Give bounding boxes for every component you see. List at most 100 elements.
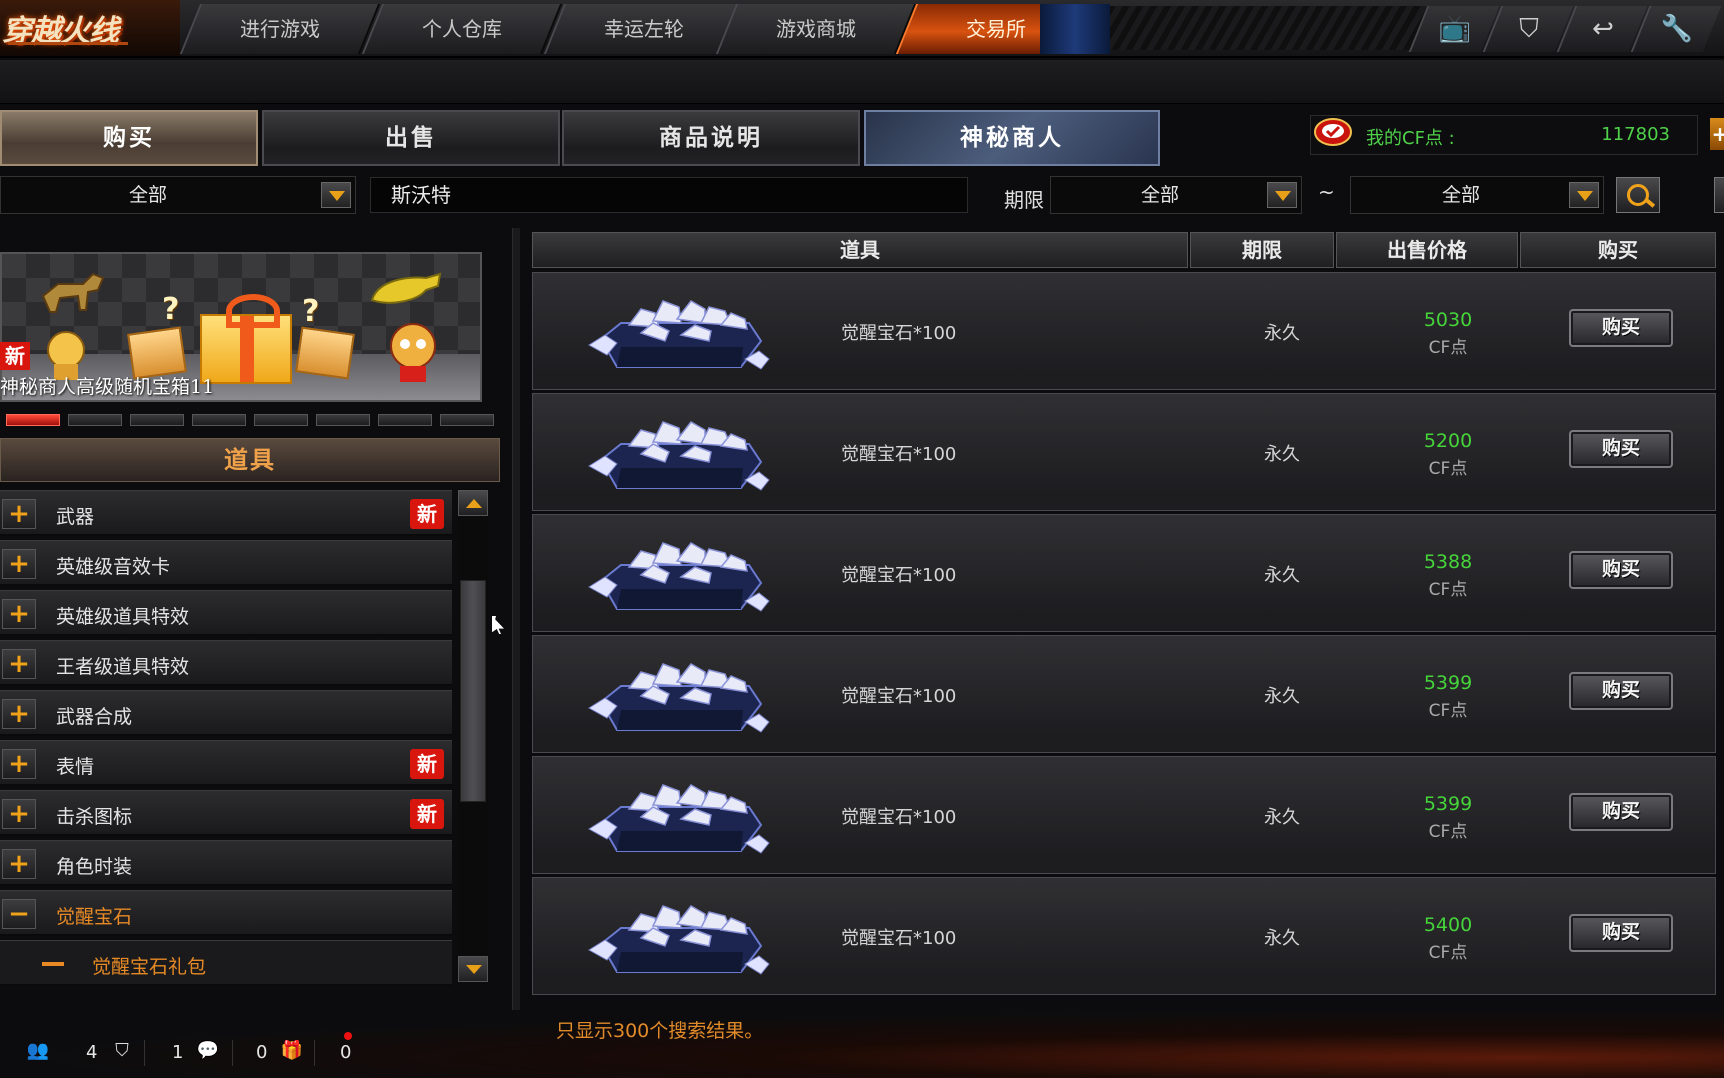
table-row[interactable]: 觉醒宝石*100 永久 5200 CF点 购买 [532,393,1716,511]
game-logo: 穿越火线 [0,0,180,56]
banner-page-dot[interactable] [130,414,184,426]
nav-tab-label: 进行游戏 [240,17,320,41]
gem-box-icon [588,784,770,854]
buy-button[interactable]: 购买 [1569,672,1673,710]
expand-icon[interactable]: + [2,799,36,829]
expand-icon[interactable]: + [2,649,36,679]
buy-button[interactable]: 购买 [1569,551,1673,589]
clan-shield-icon[interactable]: ⛉ [110,1038,134,1064]
friends-icon[interactable]: 👥 [26,1038,50,1064]
expand-icon[interactable]: + [2,749,36,779]
expand-icon[interactable]: + [2,849,36,879]
new-badge: 新 [410,749,444,779]
nav-tab-shop[interactable]: 游戏商城 [715,4,917,54]
table-row[interactable]: 觉醒宝石*100 永久 5388 CF点 购买 [532,514,1716,632]
item-duration: 永久 [1264,928,1300,949]
gift-count: 0 [340,1042,352,1063]
category-item[interactable]: + 表情 新 [0,740,452,786]
gem-box-icon [588,421,770,491]
clan-count: 1 [172,1042,184,1063]
category-item[interactable]: + 武器合成 [0,690,452,736]
chevron-down-icon [321,182,351,208]
gem-box-icon [588,663,770,733]
dog-figure-icon [41,272,105,313]
buy-button[interactable]: 购买 [1569,914,1673,952]
gift-icon[interactable]: 🎁 [280,1038,304,1064]
gem-box-icon [588,905,770,975]
range-tilde: ~ [1318,180,1335,204]
table-row[interactable]: 觉醒宝石*100 永久 5399 CF点 购买 [532,756,1716,874]
banner-page-dot[interactable] [68,414,122,426]
category-item[interactable]: + 王者级道具特效 [0,640,452,686]
search-button[interactable] [1616,177,1660,213]
price-unit: CF点 [1428,459,1468,479]
nav-tab-lucky-revolver[interactable]: 幸运左轮 [543,4,745,54]
item-duration: 永久 [1264,686,1300,707]
banner-page-dot[interactable] [378,414,432,426]
banner-title: 神秘商人高级随机宝箱11 [0,376,215,398]
edge-button[interactable] [1714,177,1724,213]
category-item[interactable]: − 觉醒宝石 [0,890,452,936]
nav-decoration [1040,4,1110,54]
category-dropdown[interactable]: 全部 [0,176,356,214]
expand-icon[interactable]: + [2,599,36,629]
wrench-icon[interactable]: 🔧 [1630,6,1722,52]
expand-icon[interactable]: + [2,699,36,729]
period-to-value: 全部 [1441,184,1480,206]
period-to-dropdown[interactable]: 全部 [1350,176,1604,214]
expand-icon[interactable]: + [2,499,36,529]
category-item[interactable]: + 击杀图标 新 [0,790,452,836]
sub-band [0,60,1724,104]
banner-page-dot[interactable] [192,414,246,426]
buy-button[interactable]: 购买 [1569,793,1673,831]
item-price: 5030 [1423,309,1473,331]
table-row[interactable]: 觉醒宝石*100 永久 5400 CF点 购买 [532,877,1716,995]
item-price: 5388 [1423,551,1473,573]
category-item[interactable]: + 角色时装 [0,840,452,886]
banner-page-dot[interactable] [6,414,60,426]
price-unit: CF点 [1428,822,1468,842]
category-item[interactable]: + 英雄级道具特效 [0,590,452,636]
tab-mystery-merchant[interactable]: 神秘商人 [864,110,1160,166]
scroll-down-button[interactable] [458,956,488,982]
new-badge: 新 [410,499,444,529]
search-input[interactable]: 斯沃特 [370,177,968,213]
buy-button[interactable]: 购买 [1569,309,1673,347]
tab-item-info[interactable]: 商品说明 [562,110,860,166]
tab-buy[interactable]: 购买 [0,110,258,166]
message-icon[interactable]: 💬 [196,1038,220,1064]
category-item[interactable]: + 英雄级音效卡 [0,540,452,586]
price-unit: CF点 [1428,580,1468,600]
status-bar: 👥 4 ⛉ 1 💬 0 🎁 0 [0,1034,360,1070]
table-row[interactable]: 觉醒宝石*100 永久 5030 CF点 购买 [532,272,1716,390]
nav-stripes [1110,6,1430,50]
small-gift-icon [295,326,355,380]
item-duration: 永久 [1264,444,1300,465]
table-row[interactable]: 觉醒宝石*100 永久 5399 CF点 购买 [532,635,1716,753]
banner-page-dot[interactable] [316,414,370,426]
buy-button[interactable]: 购买 [1569,430,1673,468]
gem-box-icon [588,300,770,370]
expand-icon[interactable]: + [2,549,36,579]
nav-tab-warehouse[interactable]: 个人仓库 [361,4,563,54]
col-header-buy: 购买 [1520,232,1716,268]
recharge-button[interactable]: + [1710,118,1724,150]
banner-page-dot[interactable] [440,414,494,426]
scroll-up-button[interactable] [458,490,488,516]
banner-page-dot[interactable] [254,414,308,426]
cf-balance-label: 我的CF点 : [1366,128,1455,149]
item-price: 5400 [1423,914,1473,936]
scroll-thumb[interactable] [460,580,486,802]
period-from-dropdown[interactable]: 全部 [1050,176,1302,214]
price-unit: CF点 [1428,701,1468,721]
tab-sell[interactable]: 出售 [262,110,560,166]
collapse-icon[interactable]: − [2,899,36,929]
notification-dot [344,1032,352,1040]
item-price: 5399 [1423,672,1473,694]
item-name: 觉醒宝石*100 [841,807,957,828]
nav-tab-play[interactable]: 进行游戏 [179,4,381,54]
subcategory-item[interactable]: 觉醒宝石礼包 [0,940,452,986]
item-duration: 永久 [1264,807,1300,828]
cf-balance-value: 117803 [1601,124,1670,145]
category-item[interactable]: + 武器 新 [0,490,452,536]
